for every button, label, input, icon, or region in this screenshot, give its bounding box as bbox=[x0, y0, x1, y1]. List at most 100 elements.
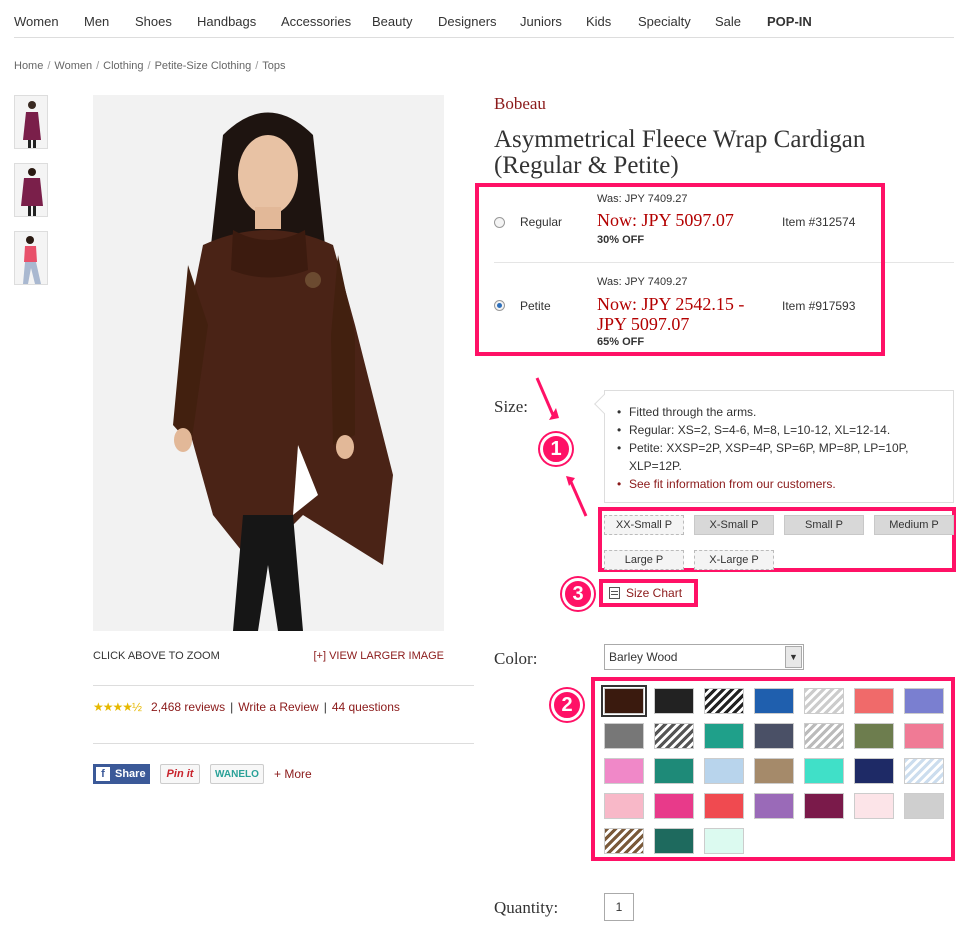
color-select[interactable]: Barley Wood ▼ bbox=[604, 644, 804, 670]
nav-men[interactable]: Men bbox=[84, 14, 109, 29]
petite-label: Petite bbox=[520, 299, 551, 313]
color-swatch[interactable] bbox=[601, 685, 647, 717]
thumbnail-back[interactable] bbox=[14, 163, 48, 217]
breadcrumb-separator: / bbox=[147, 60, 151, 72]
breadcrumb-item[interactable]: Clothing bbox=[103, 60, 143, 72]
color-swatch[interactable] bbox=[904, 758, 944, 784]
breadcrumb-item[interactable]: Tops bbox=[262, 60, 285, 72]
nav-pop-in[interactable]: POP-IN bbox=[767, 14, 812, 29]
breadcrumb-item[interactable]: Women bbox=[54, 60, 92, 72]
size-chart-icon bbox=[609, 587, 620, 599]
zoom-hint: CLICK ABOVE TO ZOOM bbox=[93, 650, 220, 662]
color-swatch[interactable] bbox=[904, 723, 944, 749]
separator: | bbox=[323, 700, 327, 714]
color-swatch[interactable] bbox=[704, 758, 744, 784]
share-bar: f Share Pin it WANELO + More bbox=[93, 764, 312, 784]
color-swatch[interactable] bbox=[654, 828, 694, 854]
thumbnail-outfit[interactable] bbox=[14, 231, 48, 285]
quantity-input[interactable]: 1 bbox=[604, 893, 634, 921]
pinterest-button[interactable]: Pin it bbox=[160, 764, 200, 784]
wanelo-button[interactable]: WANELO bbox=[210, 764, 264, 784]
petite-item-number: Item #917593 bbox=[782, 299, 856, 313]
size-chart-link[interactable]: Size Chart bbox=[609, 586, 682, 600]
reviews-link[interactable]: 2,468 reviews bbox=[151, 700, 225, 714]
color-swatch[interactable] bbox=[704, 688, 744, 714]
size-option-small-p[interactable]: Small P bbox=[784, 515, 864, 535]
color-swatch[interactable] bbox=[804, 793, 844, 819]
breadcrumb-separator: / bbox=[47, 60, 51, 72]
nav-accessories[interactable]: Accessories bbox=[281, 14, 351, 29]
color-swatch[interactable] bbox=[754, 758, 794, 784]
size-chart-label: Size Chart bbox=[626, 586, 683, 600]
color-swatch[interactable] bbox=[754, 723, 794, 749]
view-larger-link[interactable]: [+] VIEW LARGER IMAGE bbox=[313, 650, 444, 662]
nav-kids[interactable]: Kids bbox=[586, 14, 611, 29]
color-swatch[interactable] bbox=[754, 688, 794, 714]
size-option-x-small-p[interactable]: X-Small P bbox=[694, 515, 774, 535]
color-swatch[interactable] bbox=[604, 723, 644, 749]
color-swatch[interactable] bbox=[654, 758, 694, 784]
petite-radio[interactable] bbox=[494, 300, 505, 311]
thumbnail-front[interactable] bbox=[14, 95, 48, 149]
breadcrumb-item[interactable]: Petite-Size Clothing bbox=[155, 60, 252, 72]
color-swatch[interactable] bbox=[704, 793, 744, 819]
nav-juniors[interactable]: Juniors bbox=[520, 14, 562, 29]
color-swatch[interactable] bbox=[704, 828, 744, 854]
color-swatch[interactable] bbox=[854, 793, 894, 819]
rating-stars-icon: ★★★★½ bbox=[93, 700, 142, 714]
product-title: Asymmetrical Fleece Wrap Cardigan (Regul… bbox=[494, 126, 866, 179]
color-swatch[interactable] bbox=[854, 723, 894, 749]
color-swatch[interactable] bbox=[604, 828, 644, 854]
nav-handbags[interactable]: Handbags bbox=[197, 14, 256, 29]
thumbnail-list bbox=[14, 95, 50, 299]
color-swatch[interactable] bbox=[854, 688, 894, 714]
breadcrumb-separator: / bbox=[255, 60, 259, 72]
facebook-icon: f bbox=[96, 767, 110, 781]
size-label: Size: bbox=[494, 397, 528, 416]
annotation-marker-1: 1 bbox=[540, 433, 572, 465]
color-swatch[interactable] bbox=[604, 793, 644, 819]
write-review-link[interactable]: Write a Review bbox=[238, 700, 318, 714]
color-swatch[interactable] bbox=[904, 688, 944, 714]
color-swatch[interactable] bbox=[654, 688, 694, 714]
color-select-value: Barley Wood bbox=[609, 650, 678, 664]
regular-radio[interactable] bbox=[494, 217, 505, 228]
fit-info-link[interactable]: See fit information from our customers. bbox=[617, 475, 943, 493]
quantity-label: Quantity: bbox=[494, 898, 559, 917]
color-swatch[interactable] bbox=[604, 758, 644, 784]
fit-note: Fitted through the arms. bbox=[617, 403, 943, 421]
product-image[interactable] bbox=[93, 95, 444, 631]
color-swatch[interactable] bbox=[654, 723, 694, 749]
color-swatch[interactable] bbox=[904, 793, 944, 819]
size-option-large-p[interactable]: Large P bbox=[604, 550, 684, 570]
color-swatch[interactable] bbox=[654, 793, 694, 819]
color-swatch[interactable] bbox=[804, 723, 844, 749]
facebook-share-label: Share bbox=[115, 768, 146, 780]
size-option-xx-small-p[interactable]: XX-Small P bbox=[604, 515, 684, 535]
annotation-marker-3: 3 bbox=[562, 578, 594, 610]
nav-beauty[interactable]: Beauty bbox=[372, 14, 412, 29]
more-share-link[interactable]: + More bbox=[274, 767, 312, 781]
size-option-medium-p[interactable]: Medium P bbox=[874, 515, 954, 535]
color-swatch[interactable] bbox=[704, 723, 744, 749]
fit-note: Regular: XS=2, S=4-6, M=8, L=10-12, XL=1… bbox=[617, 421, 943, 439]
nav-women[interactable]: Women bbox=[14, 14, 59, 29]
facebook-share-button[interactable]: f Share bbox=[93, 764, 150, 784]
color-swatch[interactable] bbox=[854, 758, 894, 784]
size-option-x-large-p[interactable]: X-Large P bbox=[694, 550, 774, 570]
color-swatch[interactable] bbox=[804, 688, 844, 714]
questions-link[interactable]: 44 questions bbox=[332, 700, 400, 714]
regular-item-number: Item #312574 bbox=[782, 215, 856, 229]
nav-shoes[interactable]: Shoes bbox=[135, 14, 172, 29]
breadcrumb-item[interactable]: Home bbox=[14, 60, 43, 72]
nav-sale[interactable]: Sale bbox=[715, 14, 741, 29]
regular-discount: 30% OFF bbox=[597, 234, 645, 246]
color-swatch[interactable] bbox=[754, 793, 794, 819]
brand-link[interactable]: Bobeau bbox=[494, 94, 546, 114]
nav-specialty[interactable]: Specialty bbox=[638, 14, 691, 29]
color-swatch[interactable] bbox=[804, 758, 844, 784]
separator: | bbox=[230, 700, 234, 714]
review-summary: ★★★★½ 2,468 reviews | Write a Review | 4… bbox=[93, 700, 400, 714]
chevron-down-icon[interactable]: ▼ bbox=[785, 646, 802, 668]
nav-designers[interactable]: Designers bbox=[438, 14, 497, 29]
